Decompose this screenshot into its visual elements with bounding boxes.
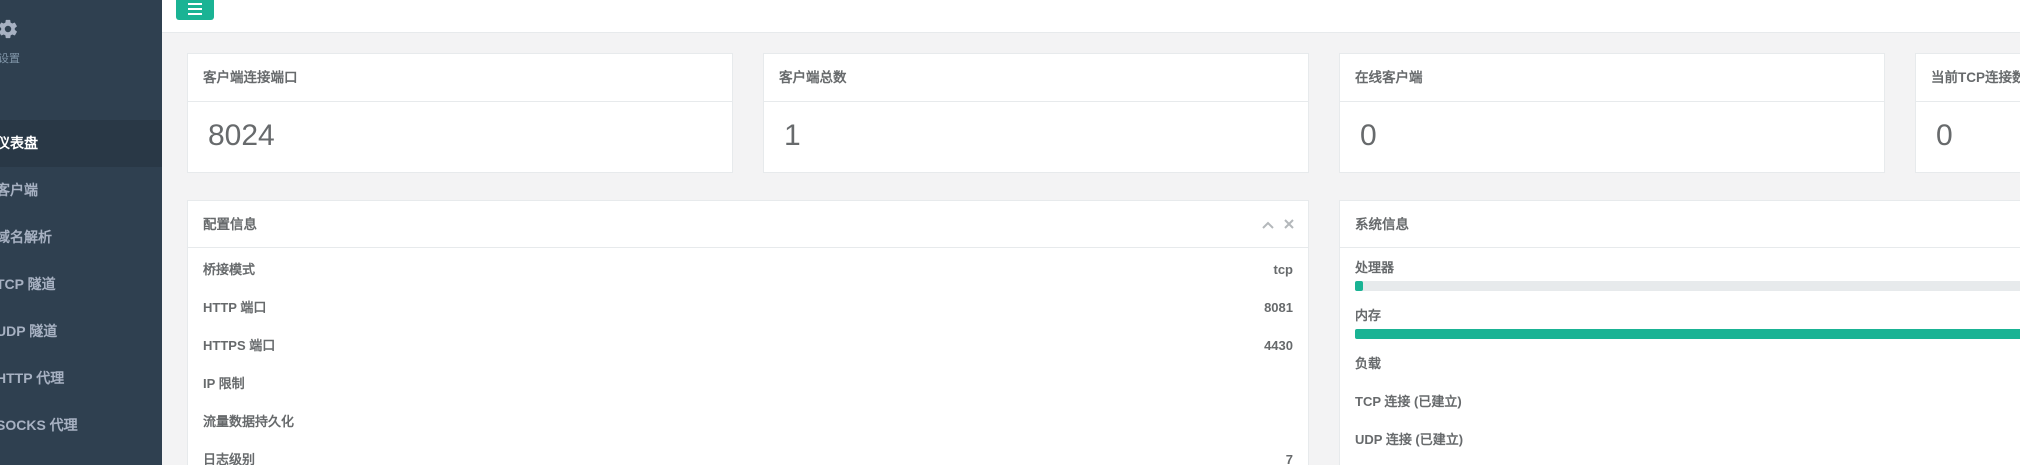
config-row-bridge-mode: 桥接模式 tcp (188, 251, 1308, 289)
sidebar-item-label: 仪表盘 (0, 135, 38, 151)
config-row-https-port: HTTPS 端口 4430 (188, 327, 1308, 365)
udp-connections-label: UDP 连接 (已建立) (1355, 432, 1464, 447)
stat-online-clients: 在线客户端 0 (1339, 53, 1885, 173)
memory-progress-bar (1355, 329, 2020, 339)
stat-title: 客户端连接端口 (188, 54, 732, 102)
gear-icon[interactable] (0, 18, 19, 40)
config-label: 日志级别 (203, 452, 256, 465)
sidebar-item-label: HTTP 代理 (0, 370, 65, 386)
close-icon[interactable] (1284, 201, 1294, 248)
config-label: HTTPS 端口 (203, 338, 276, 353)
stat-title: 当前TCP连接数 (1916, 54, 2020, 102)
stat-title: 客户端总数 (764, 54, 1308, 102)
sidebar-item-udp-tunnel[interactable]: UDP 隧道 (0, 308, 162, 355)
stat-client-port: 客户端连接端口 8024 (187, 53, 733, 173)
config-row-ip-limit: IP 限制 (188, 365, 1308, 403)
sidebar-item-label: SOCKS 代理 (0, 417, 78, 433)
sidebar: 设置 仪表盘 客户端 域名解析 TCP 隧道 UDP 隧道 HTTP 代理 SO… (0, 0, 162, 465)
memory-progress-fill (1355, 329, 2020, 339)
gear-label: 设置 (0, 53, 20, 65)
cpu-label: 处理器 (1355, 260, 1395, 275)
panel-title: 系统信息 (1355, 217, 1409, 232)
sidebar-item-label: 域名解析 (0, 229, 52, 245)
config-info-panel: 配置信息 桥接模式 tcp HTTP 端口 8081 HTTPS 端口 4430… (187, 200, 1309, 465)
cpu-progress-fill (1355, 281, 1364, 291)
top-navbar (162, 0, 2020, 33)
config-value: 8081 (1264, 300, 1293, 315)
stat-value: 1 (784, 119, 801, 152)
sidebar-item-domain-resolution[interactable]: 域名解析 (0, 214, 162, 261)
config-value: tcp (1273, 262, 1294, 277)
menu-toggle-button[interactable] (176, 0, 214, 20)
config-value: 4430 (1264, 338, 1293, 353)
load-label: 负载 (1355, 356, 1382, 371)
stat-value: 0 (1360, 119, 1377, 152)
hamburger-menu-icon (188, 3, 202, 15)
config-label: 流量数据持久化 (203, 414, 295, 429)
config-row-log-level: 日志级别 7 (188, 441, 1308, 465)
sidebar-item-socks-proxy[interactable]: SOCKS 代理 (0, 402, 162, 449)
stat-value: 0 (1936, 119, 1953, 152)
sidebar-item-http-proxy[interactable]: HTTP 代理 (0, 355, 162, 402)
stat-tcp-connections: 当前TCP连接数 0 (1915, 53, 2020, 173)
config-row-flow-persistence: 流量数据持久化 (188, 403, 1308, 441)
config-label: HTTP 端口 (203, 300, 267, 315)
sidebar-item-label: UDP 隧道 (0, 323, 58, 339)
tcp-connections-label: TCP 连接 (已建立) (1355, 394, 1462, 409)
stat-value: 8024 (208, 119, 275, 152)
sidebar-item-label: TCP 隧道 (0, 276, 56, 292)
panel-title: 配置信息 (203, 217, 257, 232)
sidebar-item-tcp-tunnel[interactable]: TCP 隧道 (0, 261, 162, 308)
stat-title: 在线客户端 (1340, 54, 1884, 102)
system-info-panel: 系统信息 处理器 内存 负载 TCP 连接 (已建立) UDP 连接 (已建立) (1339, 200, 2020, 465)
stat-client-total: 客户端总数 1 (763, 53, 1309, 173)
memory-label: 内存 (1355, 308, 1382, 323)
config-value: 7 (1285, 452, 1293, 465)
collapse-chevron-up-icon[interactable] (1262, 201, 1274, 248)
sidebar-item-dashboard[interactable]: 仪表盘 (0, 120, 162, 167)
sidebar-item-label: 客户端 (0, 182, 38, 198)
config-label: 桥接模式 (203, 262, 256, 277)
sidebar-item-clients[interactable]: 客户端 (0, 167, 162, 214)
config-label: IP 限制 (203, 376, 245, 391)
config-row-http-port: HTTP 端口 8081 (188, 289, 1308, 327)
cpu-progress-bar (1355, 281, 2020, 291)
